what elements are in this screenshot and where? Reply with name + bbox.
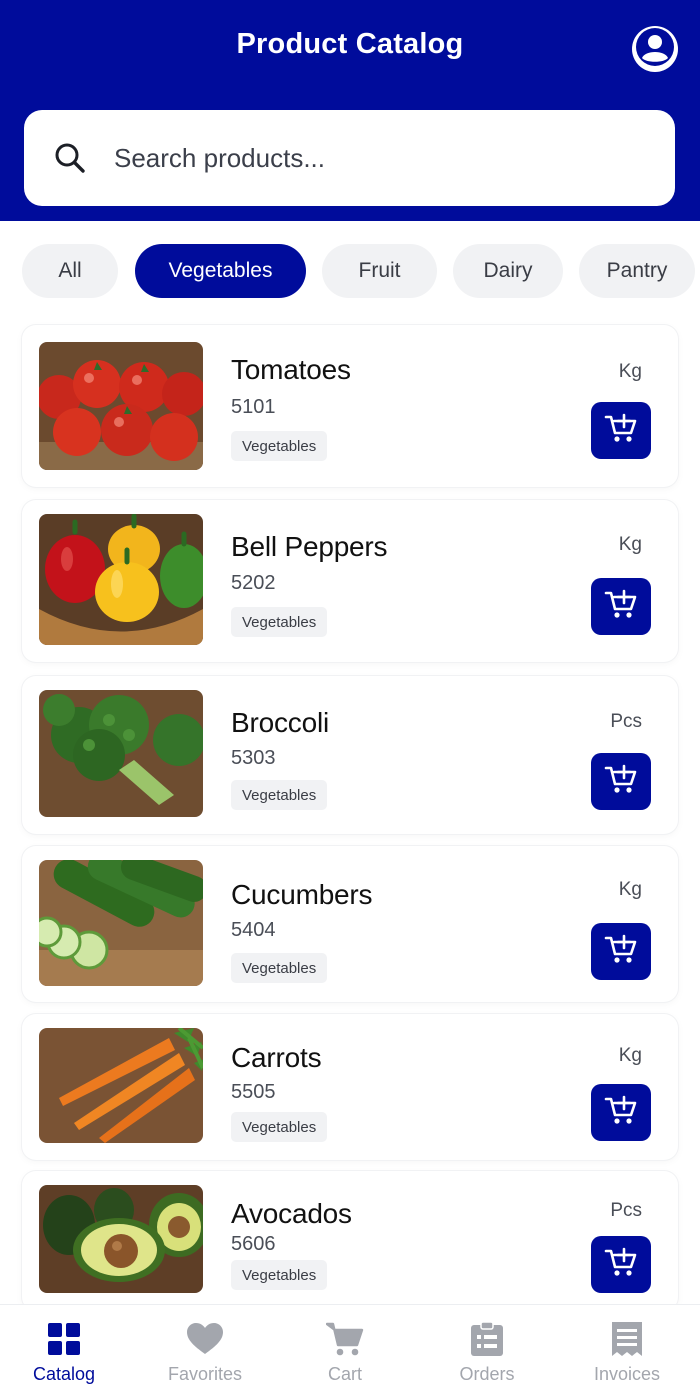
add-to-cart-icon bbox=[604, 412, 638, 449]
product-category-tag: Vegetables bbox=[231, 431, 328, 461]
add-to-cart-icon bbox=[604, 1246, 638, 1283]
category-chip-fruit[interactable]: Fruit bbox=[322, 244, 437, 298]
product-card[interactable]: Avocados 5606 Vegetables Pcs bbox=[22, 1171, 678, 1311]
add-to-cart-button[interactable] bbox=[591, 578, 651, 635]
product-unit: Pcs bbox=[610, 711, 642, 732]
grid-icon bbox=[0, 1321, 134, 1357]
nav-tab-catalog[interactable]: Catalog bbox=[0, 1305, 134, 1394]
broccoli-image bbox=[39, 690, 203, 817]
bell-peppers-image bbox=[39, 514, 203, 645]
nav-tab-invoices[interactable]: Invoices bbox=[557, 1305, 697, 1394]
nav-label-orders: Orders bbox=[459, 1364, 515, 1384]
add-to-cart-button[interactable] bbox=[591, 753, 651, 810]
nav-label-favorites: Favorites bbox=[167, 1364, 243, 1384]
category-chip-dairy[interactable]: Dairy bbox=[453, 244, 563, 298]
carrots-image bbox=[39, 1028, 203, 1143]
nav-label-invoices: Invoices bbox=[593, 1364, 661, 1384]
product-unit: Kg bbox=[618, 361, 642, 382]
product-name: Broccoli bbox=[231, 707, 329, 738]
product-category-tag: Vegetables bbox=[231, 1260, 328, 1290]
page-title: Product Catalog bbox=[236, 28, 464, 60]
product-unit: Kg bbox=[618, 534, 642, 555]
nav-tab-favorites[interactable]: Favorites bbox=[135, 1305, 275, 1394]
product-unit: Kg bbox=[618, 879, 642, 900]
search-input[interactable]: Search products... bbox=[114, 143, 325, 174]
clipboard-icon bbox=[417, 1321, 557, 1357]
heart-icon bbox=[135, 1321, 275, 1357]
search-bar[interactable]: Search products... bbox=[24, 110, 675, 206]
product-code: 5202 bbox=[231, 572, 276, 594]
product-category-tag: Vegetables bbox=[231, 953, 328, 983]
product-name: Carrots bbox=[231, 1042, 322, 1073]
cart-icon bbox=[275, 1321, 415, 1357]
product-code: 5303 bbox=[231, 747, 276, 769]
product-code: 5505 bbox=[231, 1081, 276, 1103]
product-unit: Pcs bbox=[610, 1200, 642, 1221]
bottom-navigation: Catalog Favorites Cart Orders Invoices bbox=[0, 1304, 700, 1394]
add-to-cart-icon bbox=[604, 933, 638, 970]
product-code: 5101 bbox=[231, 396, 276, 418]
nav-tab-cart[interactable]: Cart bbox=[275, 1305, 415, 1394]
add-to-cart-icon bbox=[604, 763, 638, 800]
tomatoes-image bbox=[39, 342, 203, 470]
product-code: 5606 bbox=[231, 1233, 276, 1255]
add-to-cart-icon bbox=[604, 1094, 638, 1131]
product-card[interactable]: Carrots 5505 Vegetables Kg bbox=[22, 1014, 678, 1160]
product-category-tag: Vegetables bbox=[231, 607, 328, 637]
product-category-tag: Vegetables bbox=[231, 1112, 328, 1142]
category-filter-bar: All Vegetables Fruit Dairy Pantry bbox=[0, 244, 700, 298]
category-chip-vegetables[interactable]: Vegetables bbox=[135, 244, 306, 298]
nav-label-cart: Cart bbox=[327, 1364, 362, 1384]
app-header: Product Catalog Search products... bbox=[0, 0, 700, 221]
product-card[interactable]: Bell Peppers 5202 Vegetables Kg bbox=[22, 500, 678, 662]
cucumbers-image bbox=[39, 860, 203, 986]
add-to-cart-button[interactable] bbox=[591, 402, 651, 459]
product-code: 5404 bbox=[231, 919, 276, 941]
category-chip-all[interactable]: All bbox=[22, 244, 118, 298]
product-name: Avocados bbox=[231, 1198, 352, 1229]
profile-button[interactable] bbox=[632, 26, 678, 72]
product-name: Bell Peppers bbox=[231, 531, 388, 562]
category-chip-pantry[interactable]: Pantry bbox=[579, 244, 695, 298]
product-name: Tomatoes bbox=[231, 354, 351, 385]
user-circle-icon bbox=[633, 25, 677, 74]
product-card[interactable]: Tomatoes 5101 Vegetables Kg bbox=[22, 325, 678, 487]
nav-label-catalog: Catalog bbox=[32, 1364, 96, 1384]
product-unit: Kg bbox=[618, 1045, 642, 1066]
add-to-cart-button[interactable] bbox=[591, 1084, 651, 1141]
product-card[interactable]: Cucumbers 5404 Vegetables Kg bbox=[22, 846, 678, 1002]
search-icon bbox=[52, 140, 88, 176]
receipt-icon bbox=[557, 1321, 697, 1357]
product-card[interactable]: Broccoli 5303 Vegetables Pcs bbox=[22, 676, 678, 834]
add-to-cart-button[interactable] bbox=[591, 923, 651, 980]
nav-tab-orders[interactable]: Orders bbox=[417, 1305, 557, 1394]
avocados-image bbox=[39, 1185, 203, 1293]
add-to-cart-button[interactable] bbox=[591, 1236, 651, 1293]
product-name: Cucumbers bbox=[231, 879, 373, 910]
product-category-tag: Vegetables bbox=[231, 780, 328, 810]
add-to-cart-icon bbox=[604, 588, 638, 625]
